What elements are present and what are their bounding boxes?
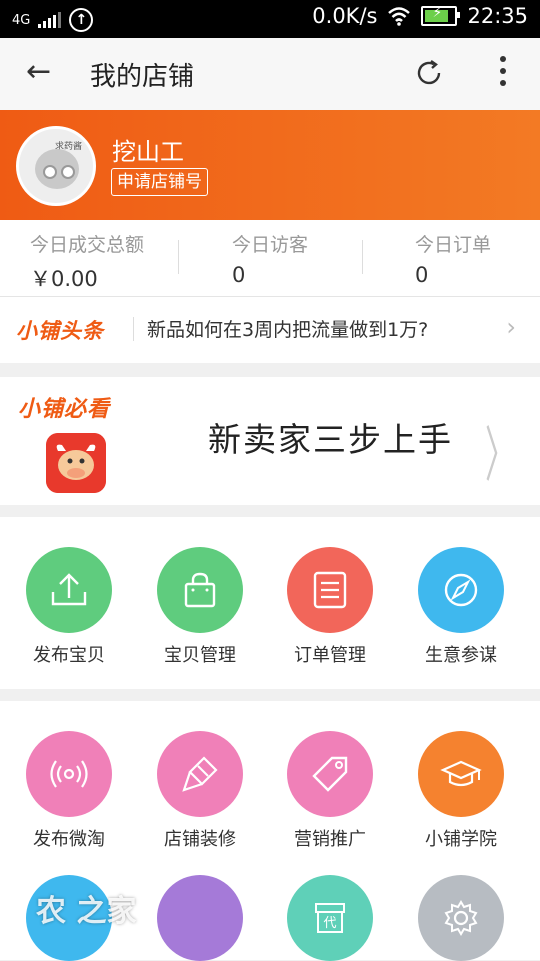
tool-publish-item[interactable]: 发布宝贝 [4, 547, 134, 667]
wifi-icon [388, 7, 411, 26]
chevron-right-icon: › [506, 313, 516, 341]
signal-icon [38, 12, 62, 28]
tool-label: 发布微淘 [33, 829, 105, 850]
more-vertical-icon[interactable] [498, 56, 508, 92]
shop-profile-banner: 求药酱 挖山工 申请店铺号 [0, 110, 540, 220]
tool-order-management[interactable]: 订单管理 [265, 547, 395, 667]
watermark-text: 农 之家 [36, 894, 137, 929]
divider [362, 240, 363, 274]
network-type: 4G [12, 12, 31, 28]
tool-shop-academy[interactable]: 小铺学院 [396, 731, 526, 851]
price-tag-icon [287, 731, 373, 817]
tool-business-advisor[interactable]: 生意参谋 [396, 547, 526, 667]
stat-value: 0 [415, 263, 429, 287]
must-read-banner[interactable]: 小铺必看 新卖家三步上手 〉 [0, 377, 540, 505]
main-tools-grid: 发布宝贝 宝贝管理 订单管理 生意参谋 [0, 517, 540, 689]
stat-label: 今日访客 [232, 234, 309, 256]
avatar[interactable]: 求药酱 [16, 126, 96, 206]
upload-status-icon: ↑ [69, 8, 94, 32]
chevron-right-icon: 〉 [485, 421, 515, 491]
headline-bar[interactable]: 小铺头条 新品如何在3周内把流量做到1万? › [0, 297, 540, 363]
settings-gear-icon [418, 875, 504, 961]
tool-marketing[interactable]: 营销推广 [265, 731, 395, 851]
app-header: ← 我的店铺 [0, 38, 540, 111]
shop-name: 挖山工 [112, 138, 184, 166]
network-speed: 0.0K/s [312, 4, 378, 28]
cow-app-icon [46, 433, 106, 493]
upload-icon [26, 547, 112, 633]
stat-value: ￥0.00 [30, 267, 98, 291]
tool-label: 营销推广 [294, 829, 366, 850]
stat-label: 今日成交总额 [30, 234, 145, 256]
tool-settings[interactable] [396, 875, 526, 961]
must-read-brand-logo: 小铺必看 [18, 397, 111, 422]
divider [133, 317, 134, 341]
page-title: 我的店铺 [90, 62, 195, 92]
tool-label: 店铺装修 [164, 829, 236, 850]
app-icon [157, 875, 243, 961]
tool-label: 发布宝贝 [33, 645, 105, 666]
clock: 22:35 [467, 4, 528, 28]
compass-icon [418, 547, 504, 633]
today-stats: 今日成交总额 ￥0.00 今日访客 0 今日订单 0 [0, 220, 540, 297]
stat-value: 0 [232, 263, 246, 287]
tool-shop-decoration[interactable]: 店铺装修 [135, 731, 265, 851]
paint-brush-icon [157, 731, 243, 817]
tool-item-6[interactable] [135, 875, 265, 961]
graduation-cap-icon [418, 731, 504, 817]
tool-agent[interactable]: 代 [265, 875, 395, 961]
agent-box-icon: 代 [287, 875, 373, 961]
must-read-title: 新卖家三步上手 [208, 420, 453, 459]
divider [178, 240, 179, 274]
apply-shop-id-button[interactable]: 申请店铺号 [111, 168, 208, 196]
headline-brand-logo: 小铺头条 [16, 319, 104, 343]
tool-publish-weitao[interactable]: 发布微淘 [4, 731, 134, 851]
agent-glyph: 代 [323, 916, 336, 931]
back-arrow-icon[interactable]: ← [26, 54, 51, 89]
tool-label: 订单管理 [294, 645, 366, 666]
stat-sales[interactable]: 今日成交总额 ￥0.00 [30, 230, 144, 293]
tool-label: 小铺学院 [425, 829, 497, 850]
stat-label: 今日订单 [415, 234, 492, 256]
status-bar: 4G ↑ 0.0K/s ⚡ 22:35 [0, 0, 540, 38]
headline-news-text: 新品如何在3周内把流量做到1万? [147, 319, 429, 341]
refresh-icon[interactable] [414, 58, 444, 88]
battery-icon: ⚡ [421, 5, 461, 26]
tool-item-management[interactable]: 宝贝管理 [135, 547, 265, 667]
stat-visitors[interactable]: 今日访客 0 [232, 230, 308, 287]
stat-orders[interactable]: 今日订单 0 [415, 230, 491, 287]
broadcast-icon [26, 731, 112, 817]
shopping-bag-icon [157, 547, 243, 633]
tool-label: 生意参谋 [425, 645, 497, 666]
tool-label: 宝贝管理 [164, 645, 236, 666]
order-list-icon [287, 547, 373, 633]
